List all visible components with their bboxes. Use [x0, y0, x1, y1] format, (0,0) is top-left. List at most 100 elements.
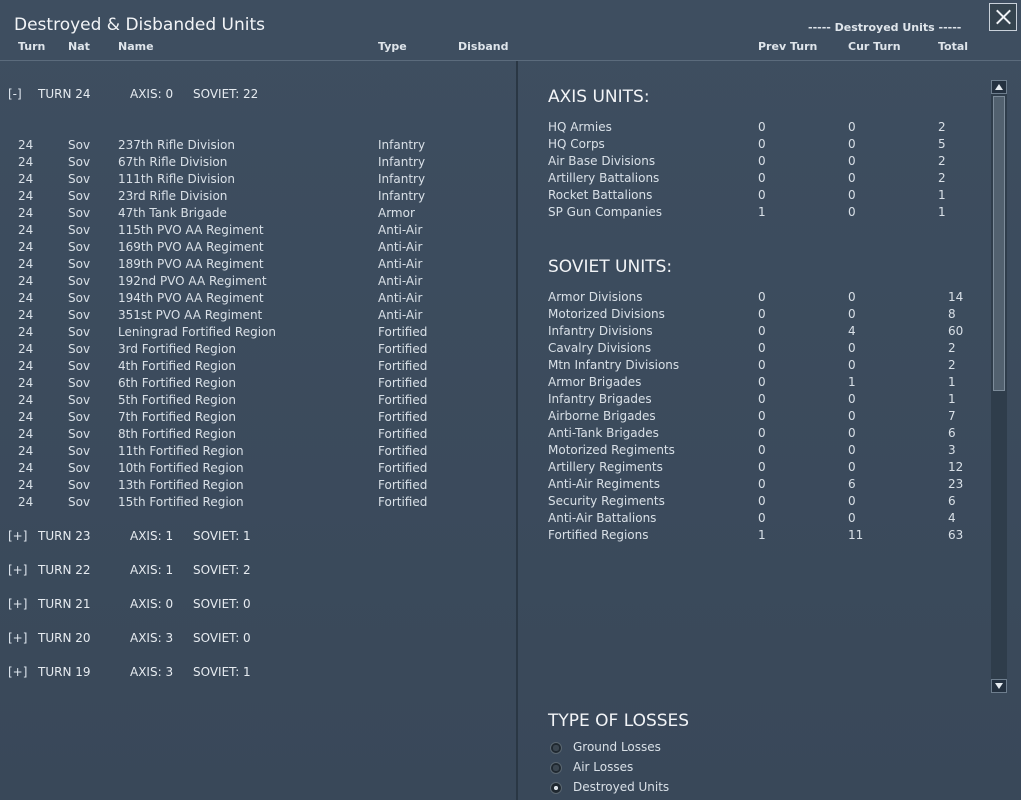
stat-total: 4	[948, 511, 956, 525]
stat-prev: 0	[758, 171, 766, 185]
stat-name: Motorized Regiments	[548, 443, 675, 457]
axis-stat-row: HQ Armies 0 0 2	[0, 120, 990, 137]
unit-nat: Sov	[68, 223, 91, 237]
stat-total: 8	[948, 307, 956, 321]
collapse-toggle[interactable]: [-]	[8, 87, 22, 101]
expand-toggle[interactable]: [+]	[8, 597, 27, 611]
table-row[interactable]: 24 Sov 115th PVO AA Regiment Anti-Air	[0, 223, 516, 240]
stat-name: Rocket Battalions	[548, 188, 653, 202]
turn-soviet-count: SOVIET: 0	[193, 597, 251, 611]
radio-destroyed-units[interactable]: Destroyed Units	[548, 780, 848, 798]
table-row[interactable]: 24 Sov 169th PVO AA Regiment Anti-Air	[0, 240, 516, 257]
scroll-up-icon[interactable]	[991, 80, 1007, 94]
expand-toggle[interactable]: [+]	[8, 631, 27, 645]
soviet-stat-row: Motorized Regiments 0 0 3	[0, 443, 990, 460]
table-row[interactable]: 24 Sov 189th PVO AA Regiment Anti-Air	[0, 257, 516, 274]
stat-name: Mtn Infantry Divisions	[548, 358, 680, 372]
stat-name: Armor Divisions	[548, 290, 643, 304]
expand-toggle[interactable]: [+]	[8, 563, 27, 577]
stat-name: Motorized Divisions	[548, 307, 665, 321]
stat-name: Artillery Battalions	[548, 171, 660, 185]
scroll-thumb[interactable]	[993, 96, 1005, 391]
stat-cur: 0	[848, 120, 856, 134]
stat-prev: 0	[758, 375, 766, 389]
stat-prev: 0	[758, 307, 766, 321]
stat-name: Fortified Regions	[548, 528, 649, 542]
stat-name: Infantry Divisions	[548, 324, 653, 338]
window-title: Destroyed & Disbanded Units	[14, 15, 266, 35]
soviet-stat-row: Motorized Divisions 0 0 8	[0, 307, 990, 324]
unit-name: 115th PVO AA Regiment	[118, 223, 264, 237]
soviet-stat-row: Armor Divisions 0 0 14	[0, 290, 990, 307]
stat-cur: 0	[848, 205, 856, 219]
turn-row-20[interactable]: [+] TURN 20 AXIS: 3 SOVIET: 0	[0, 631, 516, 649]
stats-scrollbar[interactable]	[991, 80, 1007, 693]
column-header-nat[interactable]: Nat	[68, 40, 90, 53]
stat-total: 60	[948, 324, 964, 338]
stat-total: 2	[938, 171, 946, 185]
column-header-turn[interactable]: Turn	[18, 40, 45, 53]
close-button[interactable]	[989, 3, 1017, 31]
stat-total: 6	[948, 426, 956, 440]
scroll-down-icon[interactable]	[991, 679, 1007, 693]
stat-prev: 0	[758, 409, 766, 423]
turn-soviet-count: SOVIET: 0	[193, 631, 251, 645]
column-header-prev-turn: Prev Turn	[758, 40, 818, 53]
stat-prev: 0	[758, 443, 766, 457]
stat-total: 1	[948, 392, 956, 406]
turn-row-22[interactable]: [+] TURN 22 AXIS: 1 SOVIET: 2	[0, 563, 516, 581]
axis-stat-row: Artillery Battalions 0 0 2	[0, 171, 990, 188]
stat-total: 2	[948, 341, 956, 355]
type-of-losses-title: TYPE OF LOSSES	[548, 711, 690, 731]
unit-nat: Sov	[68, 257, 91, 271]
soviet-stat-row: Fortified Regions 1 11 63	[0, 528, 990, 545]
expand-toggle[interactable]: [+]	[8, 665, 27, 679]
stat-cur: 0	[848, 358, 856, 372]
stat-prev: 0	[758, 392, 766, 406]
stat-total: 6	[948, 494, 956, 508]
stat-cur: 0	[848, 460, 856, 474]
column-header-cur-turn: Cur Turn	[848, 40, 901, 53]
turn-soviet-count: SOVIET: 22	[193, 87, 259, 101]
stat-name: Armor Brigades	[548, 375, 642, 389]
turn-soviet-count: SOVIET: 1	[193, 665, 251, 679]
soviet-stat-row: Airborne Brigades 0 0 7	[0, 409, 990, 426]
stat-name: Artillery Regiments	[548, 460, 663, 474]
column-header-disband[interactable]: Disband	[458, 40, 508, 53]
stat-cur: 0	[848, 154, 856, 168]
stat-cur: 0	[848, 494, 856, 508]
axis-stat-row: SP Gun Companies 1 0 1	[0, 205, 990, 222]
stat-cur: 0	[848, 511, 856, 525]
radio-button-icon[interactable]	[550, 742, 562, 754]
stat-name: Airborne Brigades	[548, 409, 656, 423]
unit-name: 189th PVO AA Regiment	[118, 257, 264, 271]
turn-row-19[interactable]: [+] TURN 19 AXIS: 3 SOVIET: 1	[0, 665, 516, 683]
stat-cur: 6	[848, 477, 856, 491]
unit-nat: Sov	[68, 274, 91, 288]
radio-air-losses[interactable]: Air Losses	[548, 760, 848, 778]
column-header-name[interactable]: Name	[118, 40, 154, 53]
table-row[interactable]: 24 Sov 192nd PVO AA Regiment Anti-Air	[0, 274, 516, 291]
stat-cur: 0	[848, 171, 856, 185]
unit-name: 169th PVO AA Regiment	[118, 240, 264, 254]
stat-prev: 0	[758, 120, 766, 134]
radio-button-icon[interactable]	[550, 762, 562, 774]
axis-units-title: AXIS UNITS:	[548, 87, 650, 107]
stat-total: 23	[948, 477, 964, 491]
stat-total: 3	[948, 443, 956, 457]
column-header-type[interactable]: Type	[378, 40, 407, 53]
stat-prev: 1	[758, 528, 766, 542]
stat-cur: 11	[848, 528, 864, 542]
radio-label: Destroyed Units	[573, 780, 670, 794]
radio-button-selected-icon[interactable]	[550, 782, 562, 794]
stat-cur: 0	[848, 307, 856, 321]
destroyed-units-header: ----- Destroyed Units -----	[808, 21, 962, 34]
unit-turn: 24	[18, 257, 34, 271]
turn-row-21[interactable]: [+] TURN 21 AXIS: 0 SOVIET: 0	[0, 597, 516, 615]
stat-prev: 0	[758, 154, 766, 168]
radio-ground-losses[interactable]: Ground Losses	[548, 740, 848, 758]
stat-name: Anti-Tank Brigades	[548, 426, 659, 440]
unit-name: 192nd PVO AA Regiment	[118, 274, 267, 288]
turn-row-24[interactable]: [-] TURN 24 AXIS: 0 SOVIET: 22	[0, 87, 516, 105]
stat-name: Anti-Air Regiments	[548, 477, 660, 491]
